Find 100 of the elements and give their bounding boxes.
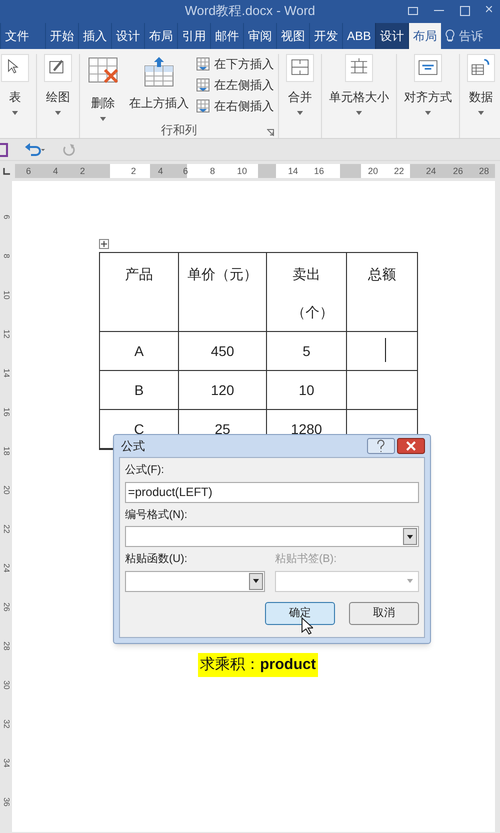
data-icon <box>467 54 495 82</box>
window-title: Word教程.docx - Word <box>184 2 316 20</box>
ribbon-button[interactable]: 在右侧插入 <box>196 97 274 115</box>
caret-icon <box>12 111 18 115</box>
ruler-number: 10 <box>237 165 248 178</box>
ribbon-button[interactable]: 绘图 <box>41 54 75 138</box>
ruler-number: 22 <box>394 165 404 178</box>
field-label: 粘贴函数(U): <box>125 552 188 567</box>
alignment-icon <box>414 54 442 82</box>
table-cell-text: 单价（元） <box>188 265 258 284</box>
ruler-number: 8 <box>210 165 216 178</box>
table-cell-text: 450 <box>210 342 234 361</box>
ruler-number: 32 <box>1 718 12 730</box>
cancel-button[interactable]: 取消 <box>349 602 419 624</box>
ruler-number: 24 <box>426 165 436 178</box>
table-cell-text: A <box>134 342 144 361</box>
ruler-number: 26 <box>453 165 464 178</box>
ruler-number: 28 <box>479 165 490 178</box>
ruler-number: 36 <box>1 796 12 808</box>
ribbon-tab[interactable]: 设计 <box>375 23 408 49</box>
dropdown-arrow-icon <box>407 579 413 583</box>
dialog-title: 公式 <box>120 438 145 455</box>
ruler-number: 8 <box>1 252 12 260</box>
tab-stop-icon[interactable] <box>2 168 10 174</box>
minimize-icon[interactable] <box>434 10 444 12</box>
ruler-number: 22 <box>1 524 12 535</box>
lightbulb-icon <box>445 29 456 43</box>
table-insert-icon <box>196 78 210 92</box>
dropdown-field[interactable] <box>125 570 265 592</box>
table-insert-icon <box>196 57 210 71</box>
field-label: 编号格式(N): <box>125 508 188 522</box>
ribbon-button[interactable]: 对齐方式 <box>401 54 455 138</box>
ribbon-button[interactable]: 在上方插入 <box>126 54 192 122</box>
ruler-number: 20 <box>368 165 378 178</box>
caret-icon <box>478 111 484 115</box>
ribbon-button[interactable]: 在下方插入 <box>196 55 274 73</box>
tell-me-field[interactable]: 告诉 <box>459 27 484 45</box>
ruler-number: 10 <box>1 290 12 301</box>
ok-button[interactable]: 确定 <box>265 602 335 624</box>
cell-size-icon <box>345 54 373 82</box>
table-insert-icon <box>143 56 175 88</box>
table-cell-text: C <box>134 420 144 439</box>
mouse-pointer-icon <box>301 617 313 635</box>
group-label: 行和列 <box>161 122 197 139</box>
ruler-number: 4 <box>53 165 58 178</box>
ruler-number: 14 <box>288 165 298 178</box>
caption-text: 求乘积：product <box>198 653 318 677</box>
ruler-number: 18 <box>1 446 12 457</box>
ruler-number: 2 <box>131 165 136 178</box>
caret-icon <box>425 111 431 115</box>
table-insert-icon <box>196 99 210 113</box>
table-cell-text: B <box>134 381 144 400</box>
dropdown-field[interactable] <box>125 526 419 547</box>
ribbon-button[interactable]: 表 <box>0 54 32 138</box>
help-icon[interactable] <box>367 438 395 454</box>
ruler-number: 14 <box>1 368 12 379</box>
close-icon[interactable] <box>397 438 425 454</box>
ribbon-button[interactable]: 数据 <box>464 54 498 138</box>
ribbon-tab[interactable]: 布局 <box>408 23 442 49</box>
ruler-number: 2 <box>80 165 86 178</box>
maximize-icon[interactable] <box>460 6 470 16</box>
ruler-number: 16 <box>314 165 324 178</box>
table-cell-text: 总额 <box>368 265 396 284</box>
field-label: 粘贴书签(B): <box>275 552 338 567</box>
ruler-number: 6 <box>183 165 188 178</box>
caret-icon <box>100 117 106 121</box>
formula-input[interactable]: =product(LEFT) <box>125 482 419 502</box>
table-cell-text: 120 <box>210 381 234 400</box>
caret-icon <box>297 111 303 115</box>
table-cell-text: 产品 <box>125 265 153 284</box>
table-cell-text: 5 <box>302 342 310 361</box>
ribbon-button[interactable]: 在左侧插入 <box>196 76 274 94</box>
restore-icon[interactable] <box>408 7 418 15</box>
ruler-number: 34 <box>1 758 12 769</box>
save-icon[interactable] <box>0 142 8 156</box>
merge-cells-icon <box>286 54 314 82</box>
pencil-icon <box>44 54 72 82</box>
ruler-number: 26 <box>1 602 12 613</box>
ruler-number: 6 <box>26 165 32 178</box>
ruler-number: 4 <box>158 165 164 178</box>
ruler-number: 28 <box>1 640 12 652</box>
move-handle-icon[interactable] <box>99 239 109 249</box>
ruler-number: 20 <box>1 484 12 496</box>
ruler-number: 12 <box>1 328 12 340</box>
ruler-number: 16 <box>1 406 12 418</box>
ribbon-button[interactable]: 单元格大小 <box>326 54 392 138</box>
field-label: 公式(F): <box>125 463 166 478</box>
ruler-number: 30 <box>1 680 12 691</box>
ruler-number: 24 <box>1 562 12 574</box>
caret-icon <box>356 111 362 115</box>
dialog-launcher-icon[interactable] <box>267 129 274 136</box>
ribbon-button[interactable]: 删除 <box>84 54 122 122</box>
text-cursor <box>385 338 386 362</box>
caret-icon <box>55 111 61 115</box>
table-cell-text: 25 <box>214 420 230 439</box>
table-cell-text: 10 <box>298 381 314 400</box>
table-cell-text: 1280 <box>290 420 322 439</box>
undo-icon[interactable] <box>24 142 46 156</box>
ruler-number: 6 <box>1 214 12 222</box>
ribbon-button[interactable]: 合并 <box>283 54 317 138</box>
